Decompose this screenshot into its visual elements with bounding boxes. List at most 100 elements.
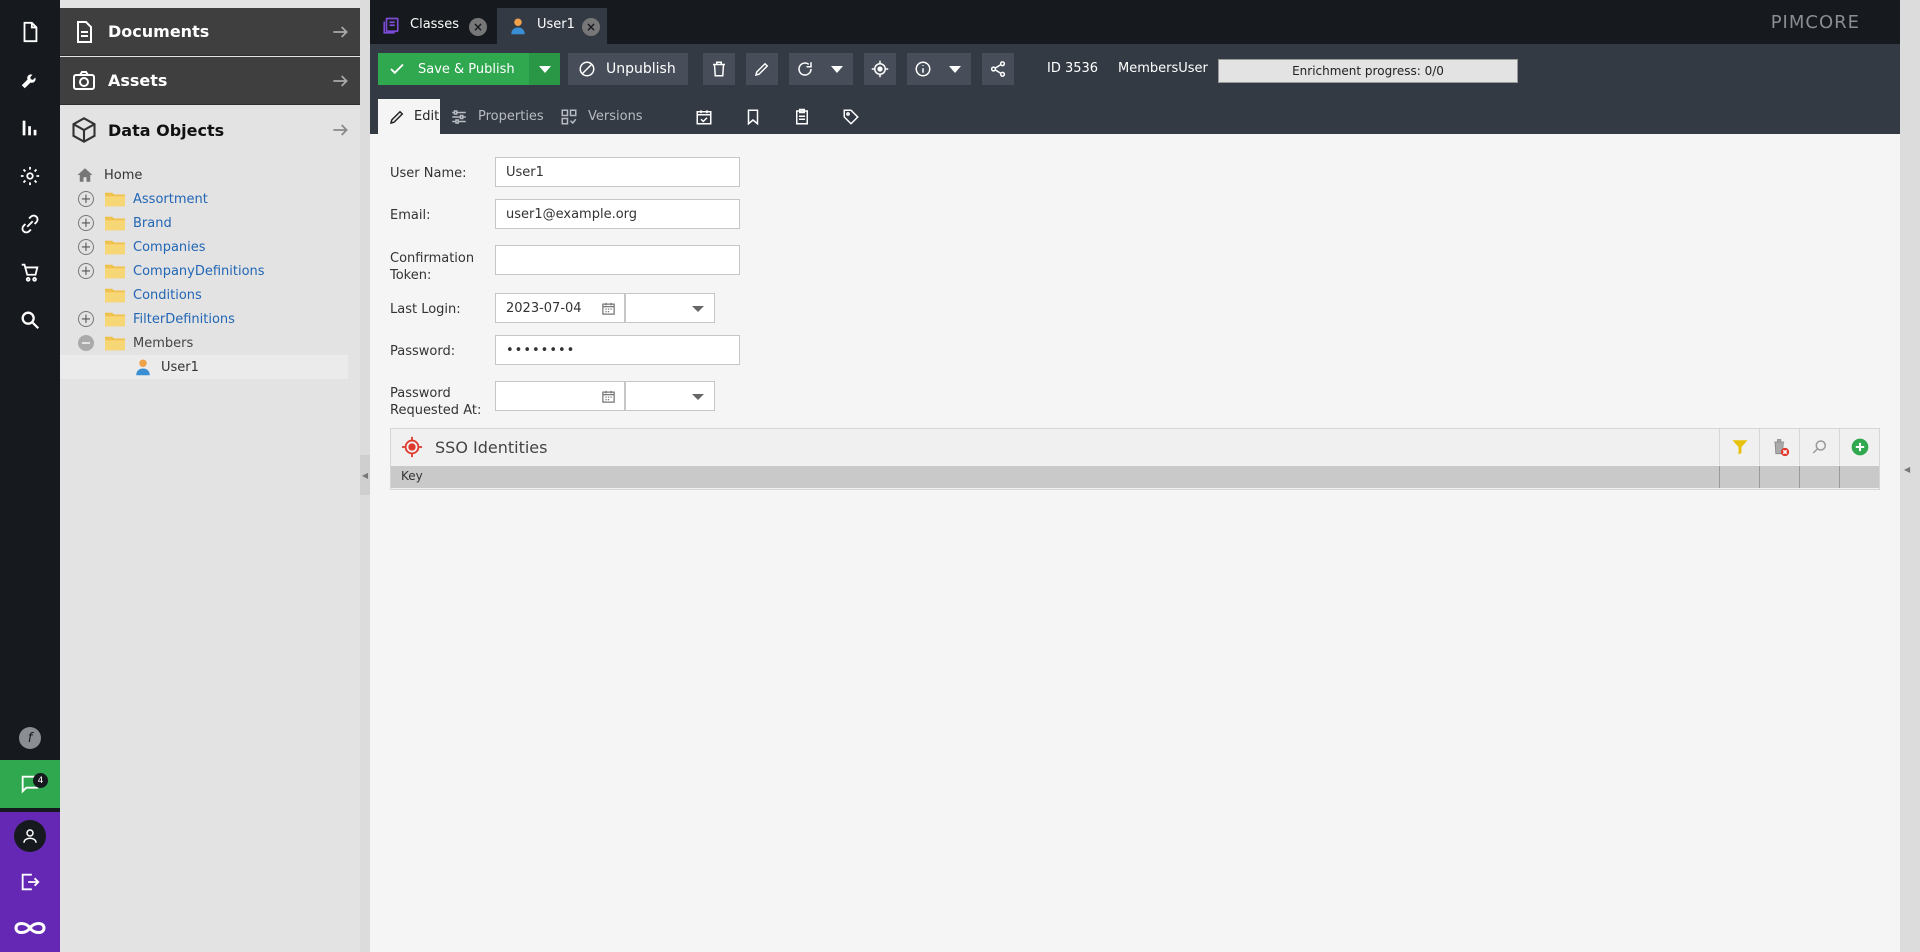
email-field[interactable]: user1@example.org — [495, 199, 740, 229]
confirmation-token-field[interactable] — [495, 245, 740, 275]
reload-menu-button[interactable] — [821, 53, 853, 85]
password-requested-date-field[interactable] — [495, 381, 625, 411]
tree-splitter[interactable]: ◀ — [360, 0, 370, 952]
crosshair-icon — [871, 60, 889, 78]
column-key[interactable]: Key — [401, 469, 423, 483]
home-icon — [77, 168, 93, 182]
confirmation-token-label: Confirmation — [390, 251, 475, 266]
last-login-date-field[interactable]: 2023-07-04 — [495, 293, 625, 323]
tree-item-conditions[interactable]: Conditions — [60, 283, 348, 307]
tree-item-user1[interactable]: User1 — [60, 355, 348, 379]
folder-icon — [105, 312, 125, 327]
cart-icon[interactable] — [0, 248, 60, 296]
tab-user1[interactable]: User1 × — [497, 8, 607, 44]
sso-identities-header: SSO Identities — [391, 429, 1879, 465]
tree-item-members[interactable]: Members — [60, 331, 348, 355]
arrow-right-icon[interactable] — [330, 71, 350, 91]
search-button[interactable] — [1799, 429, 1839, 465]
collapse-right-icon[interactable]: ◀ — [1904, 465, 1910, 474]
delete-button[interactable] — [703, 53, 735, 85]
tab-edit[interactable]: Edit — [378, 99, 440, 134]
password-requested-time-select[interactable] — [625, 381, 715, 411]
tab-versions[interactable]: Versions — [560, 99, 650, 134]
assets-accordion[interactable]: Assets — [60, 57, 360, 105]
expand-plus-icon[interactable]: + — [78, 311, 94, 327]
save-publish-button[interactable]: Save & Publish — [378, 53, 529, 85]
chat-icon[interactable]: 4 — [0, 760, 60, 808]
tab-schedule[interactable] — [688, 99, 720, 134]
tab-notes[interactable] — [737, 99, 769, 134]
column-separator — [1839, 466, 1840, 488]
chevron-down-icon — [831, 65, 843, 73]
arrow-right-icon[interactable] — [330, 22, 350, 42]
close-icon[interactable]: × — [582, 18, 600, 36]
tree-item-label: CompanyDefinitions — [133, 263, 265, 279]
tree-item-companies[interactable]: + Companies — [60, 235, 348, 259]
tools-icon[interactable] — [0, 56, 60, 104]
user-icon — [511, 18, 525, 35]
add-button[interactable] — [1839, 429, 1879, 465]
tree-item-companydefinitions[interactable]: + CompanyDefinitions — [60, 259, 348, 283]
column-separator — [1799, 466, 1800, 488]
reload-button[interactable] — [789, 53, 821, 85]
object-id: ID 3536 — [1047, 60, 1099, 76]
pencil-icon — [389, 110, 404, 124]
info-button[interactable] — [907, 53, 939, 85]
documents-accordion[interactable]: Documents — [60, 8, 360, 56]
tag-icon — [843, 109, 859, 125]
calendar-icon[interactable] — [601, 389, 616, 404]
expand-plus-icon[interactable]: + — [78, 239, 94, 255]
ban-icon — [579, 61, 595, 77]
expand-plus-icon[interactable]: + — [78, 263, 94, 279]
close-icon[interactable]: × — [469, 18, 487, 36]
email-label: Email: — [390, 208, 431, 223]
file-icon[interactable] — [0, 8, 60, 56]
tree-item-assortment[interactable]: + Assortment — [60, 187, 348, 211]
tree-item-filterdefinitions[interactable]: + FilterDefinitions — [60, 307, 348, 331]
calendar-icon[interactable] — [601, 301, 616, 316]
pencil-icon — [754, 62, 769, 77]
save-menu-button[interactable] — [529, 53, 560, 85]
logout-icon[interactable] — [0, 860, 60, 904]
tab-tags[interactable] — [835, 99, 867, 134]
link-icon[interactable] — [0, 200, 60, 248]
locate-button[interactable] — [864, 53, 896, 85]
clear-button[interactable] — [1759, 429, 1799, 465]
info-menu-button[interactable] — [939, 53, 971, 85]
right-splitter[interactable]: ◀ — [1900, 0, 1920, 952]
info-icon — [915, 61, 931, 77]
camera-icon — [70, 67, 98, 95]
search-icon[interactable] — [0, 296, 60, 344]
username-field[interactable]: User1 — [495, 157, 740, 187]
column-separator — [1759, 466, 1760, 488]
data-objects-accordion[interactable]: Data Objects — [60, 106, 360, 154]
tab-tasks[interactable] — [786, 99, 818, 134]
expand-plus-icon[interactable]: + — [78, 215, 94, 231]
expand-plus-icon[interactable]: + — [78, 191, 94, 207]
documents-label: Documents — [108, 22, 210, 41]
filter-button[interactable] — [1719, 429, 1759, 465]
rename-button[interactable] — [746, 53, 778, 85]
tree-item-brand[interactable]: + Brand — [60, 211, 348, 235]
unpublish-label: Unpublish — [606, 61, 676, 77]
tab-properties[interactable]: Properties — [450, 99, 550, 134]
share-button[interactable] — [982, 53, 1014, 85]
arrow-right-icon[interactable] — [330, 120, 350, 140]
tab-classes[interactable]: Classes × — [370, 8, 497, 44]
symfony-icon[interactable]: f — [0, 714, 60, 762]
tree-item-home[interactable]: Home — [60, 163, 348, 187]
sliders-icon — [452, 109, 466, 124]
gear-icon[interactable] — [0, 152, 60, 200]
collapse-left-icon[interactable]: ◀ — [360, 455, 370, 495]
last-login-time-select[interactable] — [625, 293, 715, 323]
user-icon[interactable] — [0, 812, 60, 860]
pimcore-logo-icon[interactable] — [0, 904, 60, 952]
tree-item-label: Assortment — [133, 191, 208, 207]
sso-identities-panel: SSO Identities Key — [390, 428, 1880, 490]
password-field[interactable]: •••••••• — [495, 335, 740, 365]
collapse-minus-icon[interactable] — [78, 335, 94, 351]
chart-icon[interactable] — [0, 104, 60, 152]
pimcore-brand: PIMCORE — [1770, 12, 1860, 33]
unpublish-button[interactable]: Unpublish — [568, 53, 688, 85]
tree-item-label: FilterDefinitions — [133, 311, 235, 327]
